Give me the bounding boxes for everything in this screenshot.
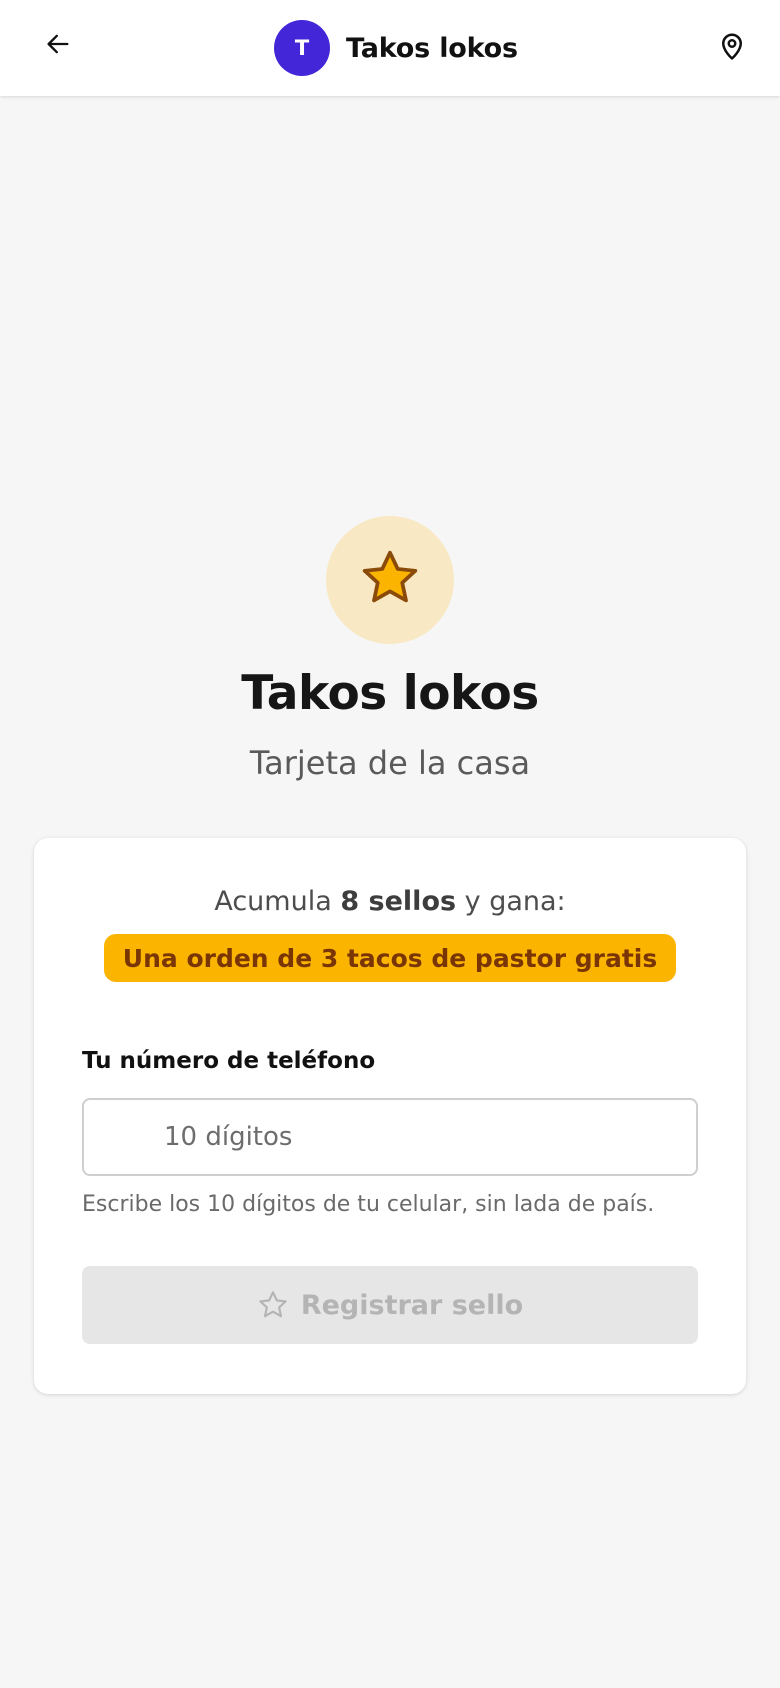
map-pin-icon <box>717 31 747 65</box>
card-type-subtitle: Tarjeta de la casa <box>249 744 531 782</box>
arrow-left-icon <box>44 30 72 62</box>
phone-label: Tu número de teléfono <box>82 1048 376 1074</box>
star-icon <box>358 546 422 614</box>
phone-helper-text: Escribe los 10 dígitos de tu celular, si… <box>82 1192 655 1217</box>
register-stamp-label: Registrar sello <box>300 1289 524 1321</box>
reward-suffix: y gana: <box>464 886 566 917</box>
reward-count: 8 sellos <box>340 886 457 917</box>
store-header: T Takos lokos <box>274 20 518 76</box>
store-title: Takos lokos <box>241 666 539 721</box>
location-button[interactable] <box>710 26 754 70</box>
stamp-card: Acumula 8 sellos y gana: Una orden de 3 … <box>34 838 746 1394</box>
register-stamp-button[interactable]: Registrar sello <box>82 1266 698 1344</box>
reward-badge: Una orden de 3 tacos de pastor gratis <box>104 934 676 982</box>
top-app-bar: T Takos lokos <box>0 0 780 96</box>
back-button[interactable] <box>36 24 80 68</box>
reward-prefix: Acumula <box>214 886 332 917</box>
avatar: T <box>274 20 330 76</box>
phone-input[interactable] <box>82 1098 698 1176</box>
loyalty-badge <box>326 516 454 644</box>
header-title: Takos lokos <box>346 32 518 64</box>
reward-requirement: Acumula 8 sellos y gana: <box>34 886 746 917</box>
star-outline-icon <box>257 1289 289 1321</box>
